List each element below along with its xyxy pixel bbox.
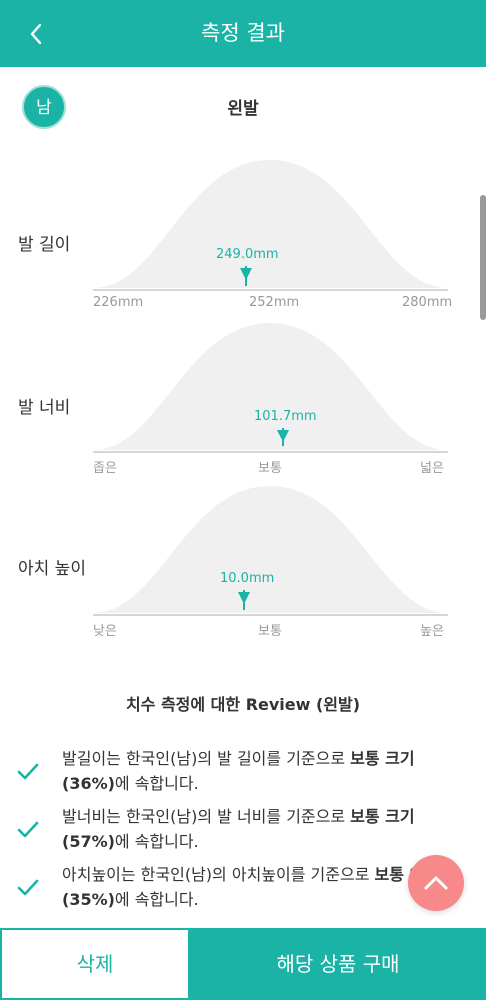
scale-mid-foot-width: 보통 bbox=[258, 461, 282, 476]
metric-label-foot-width: 발 너비 bbox=[18, 398, 71, 418]
scroll-to-top-button[interactable] bbox=[408, 855, 464, 911]
value-label-arch-height: 10.0mm bbox=[220, 571, 275, 586]
scale-min-arch-height: 낮은 bbox=[93, 624, 117, 639]
metric-label-arch-height: 아치 높이 bbox=[18, 559, 86, 579]
distribution-curve bbox=[93, 323, 448, 450]
bottom-action-bar: 삭제 해당 상품 구매 bbox=[0, 928, 486, 1000]
value-label-foot-width: 101.7mm bbox=[254, 409, 317, 424]
review-text: 아치높이는 한국인(남)의 아치높이를 기준으로 보통 아치(35%)에 속합니… bbox=[62, 865, 439, 909]
value-label-foot-length: 249.0mm bbox=[216, 247, 279, 262]
scale-mid-foot-length: 252mm bbox=[249, 295, 300, 310]
check-icon bbox=[17, 821, 39, 838]
foot-width-chart bbox=[93, 323, 448, 453]
scale-max-foot-width: 넓은 bbox=[420, 461, 444, 476]
check-icon bbox=[17, 763, 39, 780]
scale-min-foot-length: 226mm bbox=[93, 295, 144, 310]
review-text: 발길이는 한국인(남)의 발 길이를 기준으로 보통 크기(36%)에 속합니다… bbox=[62, 749, 415, 793]
check-icon bbox=[17, 879, 39, 896]
foot-length-chart bbox=[93, 160, 448, 291]
review-title: 치수 측정에 대한 Review (왼발) bbox=[125, 695, 361, 714]
scale-min-foot-width: 좁은 bbox=[93, 461, 117, 476]
scale-mid-arch-height: 보통 bbox=[258, 624, 282, 639]
buy-product-button[interactable]: 해당 상품 구매 bbox=[190, 928, 486, 1000]
distribution-curve bbox=[93, 486, 448, 613]
scrollbar-thumb[interactable] bbox=[480, 195, 486, 320]
distribution-curve bbox=[93, 160, 448, 288]
chevron-up-icon bbox=[424, 876, 448, 890]
scale-max-arch-height: 높은 bbox=[420, 624, 444, 639]
scale-max-foot-length: 280mm bbox=[402, 295, 453, 310]
review-text: 발너비는 한국인(남)의 발 너비를 기준으로 보통 크기(57%)에 속합니다… bbox=[62, 807, 415, 851]
delete-button[interactable]: 삭제 bbox=[0, 928, 190, 1000]
arch-height-chart bbox=[93, 486, 448, 616]
metric-label-foot-length: 발 길이 bbox=[18, 235, 71, 255]
